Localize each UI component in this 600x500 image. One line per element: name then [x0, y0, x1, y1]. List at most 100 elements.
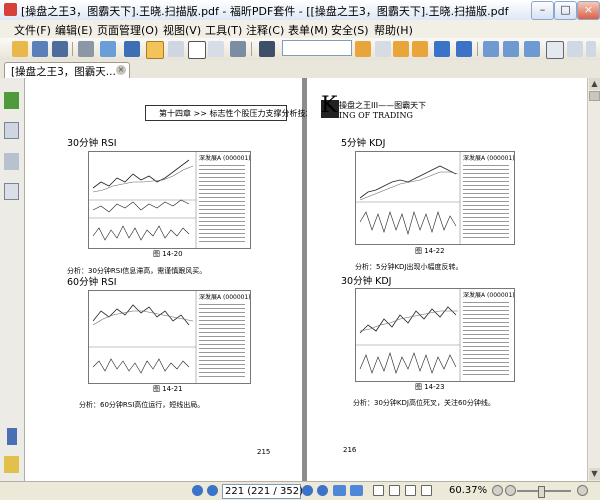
- page-number: 216: [343, 446, 357, 454]
- page-number: 215: [257, 448, 271, 456]
- stock-chart: 深发展A (000001): [355, 151, 515, 245]
- figure-caption: 图 14-23: [415, 383, 445, 391]
- menu-help[interactable]: 帮助(H): [374, 22, 413, 38]
- highlight-icon[interactable]: [412, 41, 428, 57]
- scroll-down-icon[interactable]: ▼: [589, 468, 600, 480]
- snapshot-icon[interactable]: [208, 41, 224, 57]
- chart-stock-name: 深发展A (000001): [463, 292, 515, 299]
- fullscreen-icon[interactable]: [124, 41, 140, 57]
- section-title: 30分钟 KDJ: [341, 276, 392, 287]
- first-page-icon[interactable]: [192, 485, 203, 496]
- analysis-text: 分析：5分钟KDJ出现小幅度反转。: [355, 263, 463, 271]
- pages-thumbnail-icon[interactable]: [4, 122, 19, 139]
- menu-comment[interactable]: 注释(C): [246, 22, 284, 38]
- fit-page-icon[interactable]: [546, 41, 564, 59]
- tab-bar: [操盘之王3，图霸天... ×: [0, 60, 600, 79]
- toolbar-overflow-icon[interactable]: [586, 41, 596, 57]
- back-arrow-icon[interactable]: [434, 41, 450, 57]
- toolbar-separator: [251, 42, 252, 56]
- quote-panel: [199, 301, 245, 379]
- app-icon: [4, 3, 17, 16]
- analysis-text: 分析：60分钟RSI高位运行，短线出局。: [79, 401, 205, 409]
- tab-document[interactable]: [操盘之王3，图霸天... ×: [4, 62, 130, 78]
- section-title: 60分钟 RSI: [67, 277, 117, 288]
- search-next-icon[interactable]: [393, 41, 409, 57]
- print-icon[interactable]: [78, 41, 94, 57]
- comments-icon[interactable]: [4, 456, 19, 473]
- menu-forms[interactable]: 表单(M): [288, 22, 328, 38]
- page-number-input[interactable]: 221 (221 / 352): [222, 484, 303, 499]
- close-button[interactable]: ×: [577, 1, 600, 20]
- minimize-button[interactable]: –: [531, 1, 554, 20]
- continuous-facing-icon[interactable]: [421, 485, 432, 496]
- continuous-page-icon[interactable]: [389, 485, 400, 496]
- menu-file[interactable]: 文件(F): [14, 22, 51, 38]
- chart-stock-name: 深发展A (000001): [199, 294, 251, 301]
- toolbar-separator: [477, 42, 478, 56]
- find-binoculars-icon[interactable]: [259, 41, 275, 57]
- scroll-thumb[interactable]: [589, 91, 600, 101]
- hand-tool-icon[interactable]: [146, 41, 164, 59]
- zoom-in-icon[interactable]: [483, 41, 499, 57]
- navigation-panel: [0, 78, 25, 481]
- title-bar: [操盘之王3，图霸天下].王晓.扫描版.pdf - 福昕PDF套件 - [[操盘…: [0, 0, 600, 21]
- chart-stock-name: 深发展A (000001): [199, 155, 251, 162]
- previous-page-icon[interactable]: [207, 485, 218, 496]
- next-page-icon[interactable]: [302, 485, 313, 496]
- left-page: 第十四章 >> 标志性个股压力支撑分析技术 30分钟 RSI 深发展A (000…: [25, 78, 314, 481]
- bookmarks-icon[interactable]: [4, 92, 19, 109]
- zoom-dropdown-icon[interactable]: [492, 485, 503, 496]
- zoom-out-icon[interactable]: [503, 41, 519, 57]
- logo-letter: K: [321, 93, 338, 118]
- save-as-icon[interactable]: [52, 41, 68, 57]
- zoom-out-icon[interactable]: [505, 485, 516, 496]
- signatures-icon[interactable]: [4, 183, 19, 200]
- window-title: [操盘之王3，图霸天下].王晓.扫描版.pdf - 福昕PDF套件 - [[操盘…: [21, 5, 509, 18]
- menu-page-management[interactable]: 页面管理(O): [97, 22, 158, 38]
- zoom-in-icon[interactable]: [577, 485, 588, 496]
- figure-caption: 图 14-20: [153, 250, 183, 258]
- menu-view[interactable]: 视图(V): [163, 22, 201, 38]
- previous-view-icon[interactable]: [333, 485, 346, 496]
- camera-icon[interactable]: [230, 41, 246, 57]
- email-icon[interactable]: [100, 41, 116, 57]
- maximize-button[interactable]: □: [554, 1, 577, 20]
- find-input[interactable]: [282, 40, 352, 56]
- single-page-icon[interactable]: [373, 485, 384, 496]
- forward-arrow-icon[interactable]: [456, 41, 472, 57]
- zoom-slider-handle[interactable]: [538, 486, 545, 498]
- scroll-up-icon[interactable]: ▲: [589, 78, 600, 90]
- search-prev-icon[interactable]: [355, 41, 371, 57]
- figure-caption: 图 14-22: [415, 247, 445, 255]
- zoom-marquee-icon[interactable]: [524, 41, 540, 57]
- rotate-icon[interactable]: [567, 41, 583, 57]
- tab-close-icon[interactable]: ×: [116, 65, 126, 75]
- toolbar-separator: [72, 42, 73, 56]
- quote-panel: [463, 299, 509, 377]
- last-page-icon[interactable]: [317, 485, 328, 496]
- layers-icon[interactable]: [4, 153, 19, 170]
- save-icon[interactable]: [32, 41, 48, 57]
- next-view-icon[interactable]: [350, 485, 363, 496]
- select-pointer-icon[interactable]: [188, 41, 206, 59]
- tab-label: [操盘之王3，图霸天...: [11, 66, 116, 78]
- vertical-scrollbar[interactable]: ▲ ▼: [587, 78, 600, 481]
- status-bar: 221 (221 / 352) 60.37%: [0, 481, 600, 500]
- running-head: 第十四章 >> 标志性个股压力支撑分析技术: [159, 109, 314, 118]
- facing-page-icon[interactable]: [405, 485, 416, 496]
- attachments-icon[interactable]: [7, 428, 17, 445]
- document-icon[interactable]: [375, 41, 391, 57]
- select-text-icon[interactable]: [168, 41, 184, 57]
- section-title: 30分钟 RSI: [67, 138, 117, 149]
- menu-bar: 文件(F) 编辑(E) 页面管理(O) 视图(V) 工具(T) 注释(C) 表单…: [0, 20, 600, 39]
- open-icon[interactable]: [12, 41, 28, 57]
- menu-tools[interactable]: 工具(T): [205, 22, 242, 38]
- quote-panel: [463, 162, 509, 240]
- menu-edit[interactable]: 编辑(E): [55, 22, 93, 38]
- stock-chart: 深发展A (000001): [88, 290, 251, 384]
- document-viewport[interactable]: 第十四章 >> 标志性个股压力支撑分析技术 30分钟 RSI 深发展A (000…: [25, 78, 587, 481]
- right-page: K 操盘之王III——图霸天下 ING OF TRADING 5分钟 KDJ 深…: [307, 78, 587, 481]
- analysis-text: 分析：30分钟KDJ高位死叉，关注60分钟线。: [353, 399, 495, 407]
- menu-security[interactable]: 安全(S): [331, 22, 369, 38]
- section-title: 5分钟 KDJ: [341, 138, 386, 149]
